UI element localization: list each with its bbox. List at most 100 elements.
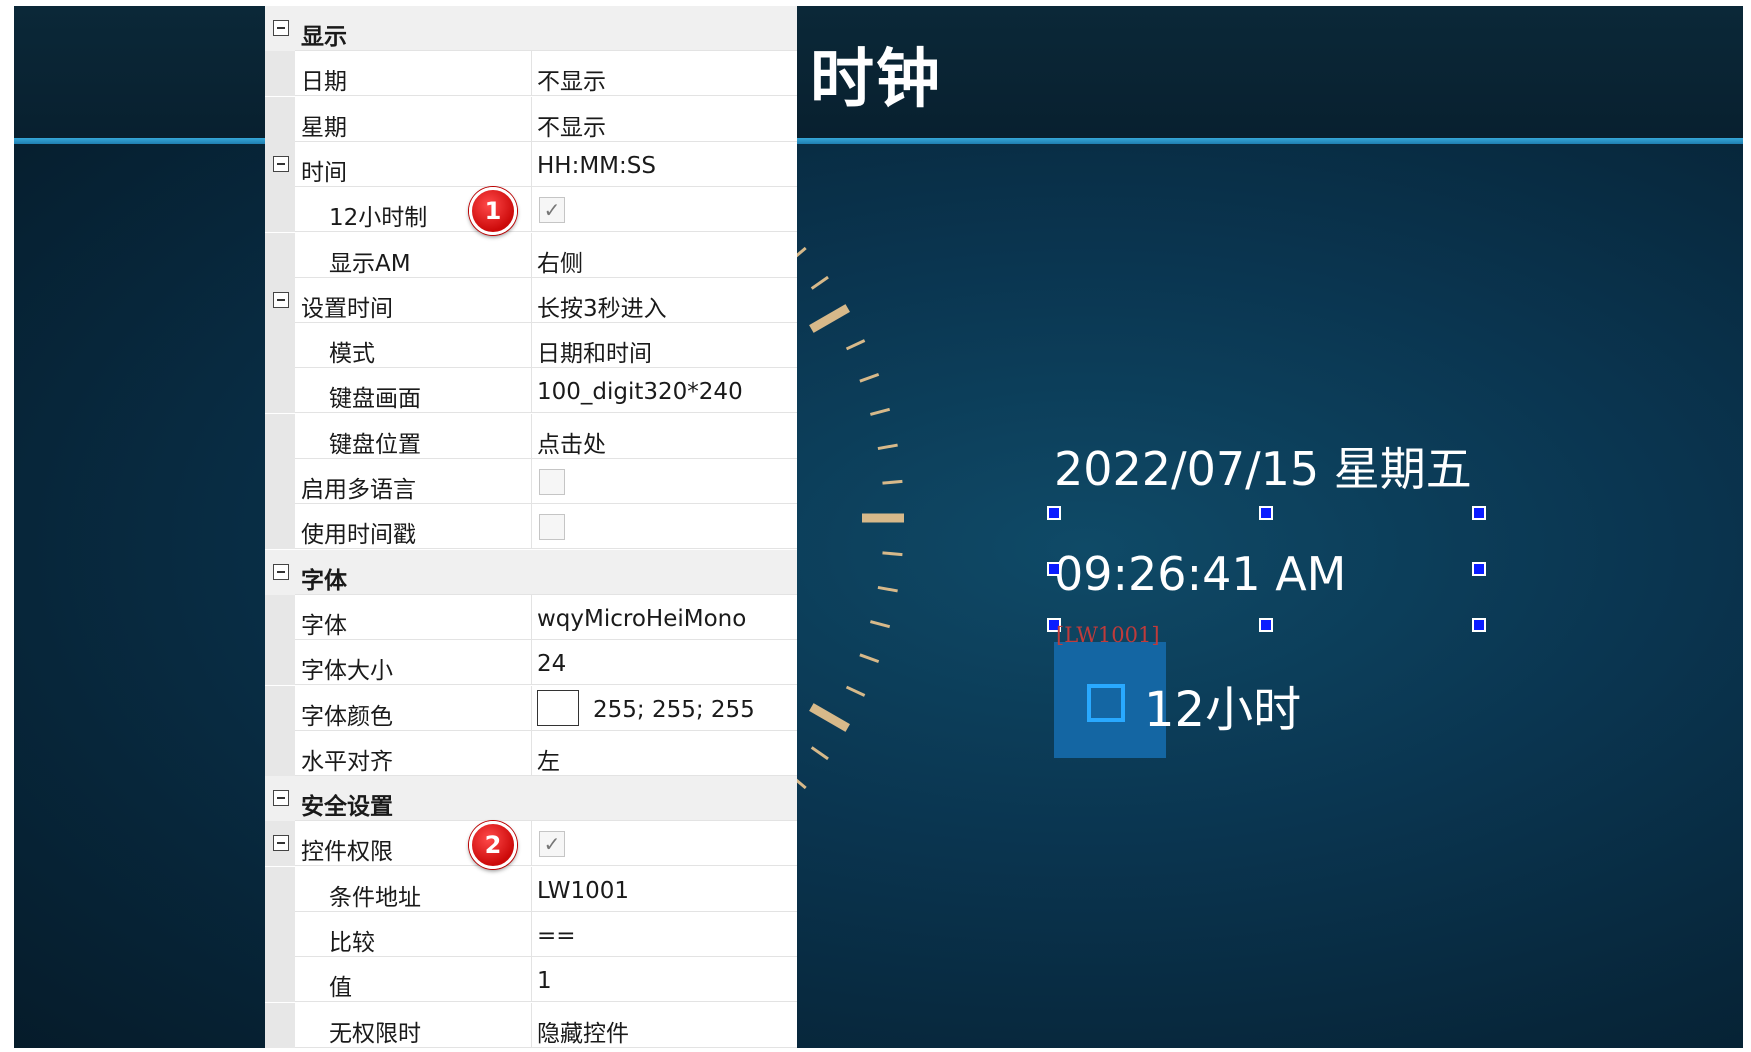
row-gutter [265, 685, 295, 731]
property-row[interactable]: 显示AM 右侧 [265, 232, 797, 278]
property-name: 水平对齐 [301, 748, 393, 775]
property-value[interactable]: wqyMicroHeiMono [537, 606, 746, 632]
property-name: 启用多语言 [301, 477, 416, 503]
property-name: 日期 [301, 69, 347, 96]
dial-tick [877, 443, 898, 451]
date-display[interactable]: 2022/07/15 星期五 [1054, 433, 1472, 499]
property-value[interactable]: 点击处 [537, 425, 606, 459]
property-value[interactable]: 不显示 [537, 108, 606, 142]
property-row[interactable]: 水平对齐 左 [265, 730, 797, 776]
dial-tick [859, 372, 880, 383]
property-value[interactable]: 1 [537, 968, 552, 994]
property-value[interactable]: 不显示 [537, 62, 606, 96]
property-row[interactable]: 启用多语言 [265, 459, 797, 504]
property-row[interactable]: 比较 == [265, 912, 797, 957]
selection-handle[interactable] [1472, 506, 1486, 520]
column-separator [531, 277, 532, 323]
column-separator [531, 957, 532, 1003]
property-value[interactable]: 255; 255; 255 [593, 697, 755, 723]
property-value[interactable]: LW1001 [537, 878, 629, 904]
time-display[interactable]: 09:26:41 AM [1054, 547, 1346, 601]
property-value[interactable]: 隐藏控件 [537, 1014, 629, 1048]
row-gutter [265, 96, 295, 142]
property-row[interactable]: 字体 [265, 549, 797, 595]
page-title: 时钟 [810, 43, 942, 117]
column-separator [531, 187, 532, 233]
toggle-checkbox[interactable] [1087, 684, 1125, 722]
column-separator [531, 459, 532, 504]
property-value[interactable]: == [537, 923, 576, 949]
property-name: 显示AM [329, 250, 411, 277]
property-row[interactable]: 键盘画面 100_digit320*240 [265, 368, 797, 414]
property-row[interactable]: 日期 不显示 [265, 51, 797, 97]
row-gutter [265, 1002, 295, 1048]
column-separator [531, 368, 532, 414]
property-name: 模式 [329, 341, 375, 368]
property-row[interactable]: 安全设置 [265, 776, 797, 822]
property-value[interactable]: 100_digit320*240 [537, 379, 743, 405]
property-value[interactable]: 24 [537, 651, 566, 677]
selection-handle[interactable] [1472, 618, 1486, 632]
property-row[interactable]: 12小时制 ✓ 1 [265, 187, 797, 236]
row-gutter [265, 957, 295, 1003]
property-name: 值 [329, 975, 352, 1002]
property-row[interactable]: 无权限时 隐藏控件 [265, 1002, 797, 1048]
property-row[interactable]: 条件地址 LW1001 [265, 866, 797, 912]
selection-handle[interactable] [1047, 562, 1061, 576]
collapse-icon[interactable] [273, 155, 289, 172]
collapse-icon[interactable] [273, 563, 289, 580]
property-name: 时间 [301, 159, 347, 186]
collapse-icon[interactable] [273, 20, 289, 36]
property-name: 安全设置 [301, 794, 393, 821]
property-value[interactable]: HH:MM:SS [537, 153, 656, 179]
column-separator [531, 912, 532, 957]
selection-handle[interactable] [1047, 506, 1061, 520]
property-row[interactable]: 模式 日期和时间 [265, 323, 797, 369]
property-name: 星期 [301, 114, 347, 141]
property-checkbox[interactable]: ✓ [539, 831, 565, 858]
property-value[interactable]: 日期和时间 [537, 334, 652, 368]
property-row[interactable]: 显示 [265, 6, 797, 51]
property-row[interactable]: 控件权限 ✓ 2 [265, 821, 797, 870]
property-checkbox[interactable] [539, 469, 565, 495]
selection-handle[interactable] [1472, 562, 1486, 576]
property-row[interactable]: 时间 HH:MM:SS [265, 141, 797, 187]
property-name: 键盘画面 [329, 386, 421, 413]
property-row[interactable]: 字体颜色 255; 255; 255 [265, 685, 797, 731]
property-row[interactable]: 星期 不显示 [265, 96, 797, 142]
property-checkbox[interactable] [539, 514, 565, 541]
row-gutter [265, 51, 295, 97]
property-checkbox[interactable]: ✓ [539, 197, 565, 224]
dial-tick [869, 620, 891, 629]
property-row[interactable]: 值1 [265, 957, 797, 1003]
property-name: 字体颜色 [301, 703, 393, 730]
collapse-icon[interactable] [273, 835, 289, 852]
property-row[interactable]: 键盘位置 点击处 [265, 413, 797, 459]
property-name: 12小时制 [329, 205, 428, 232]
collapse-icon[interactable] [273, 790, 289, 807]
toggle-label: 12小时 [1144, 682, 1302, 738]
dial-tick [882, 479, 903, 485]
column-separator [531, 323, 532, 369]
column-separator [531, 821, 532, 867]
property-row[interactable]: 字体大小 24 [265, 640, 797, 686]
color-swatch[interactable] [537, 689, 579, 726]
dial-tick [882, 551, 903, 557]
property-value[interactable]: 左 [537, 742, 560, 776]
property-row[interactable]: 使用时间戳 [265, 504, 797, 550]
property-row[interactable]: 字体 wqyMicroHeiMono [265, 594, 797, 640]
row-gutter [265, 594, 295, 640]
collapse-icon[interactable] [273, 291, 289, 308]
column-separator [531, 1002, 532, 1048]
row-gutter [265, 413, 295, 459]
callout-badge: 1 [469, 187, 517, 236]
property-value[interactable]: 右侧 [537, 244, 583, 278]
column-separator [531, 866, 532, 912]
selection-handle[interactable] [1259, 618, 1273, 632]
column-separator [531, 96, 532, 142]
property-value[interactable]: 长按3秒进入 [537, 289, 667, 323]
property-row[interactable]: 设置时间 长按3秒进入 [265, 277, 797, 323]
dial-tick [809, 703, 850, 732]
selection-handle[interactable] [1259, 506, 1273, 520]
column-separator [531, 685, 532, 731]
